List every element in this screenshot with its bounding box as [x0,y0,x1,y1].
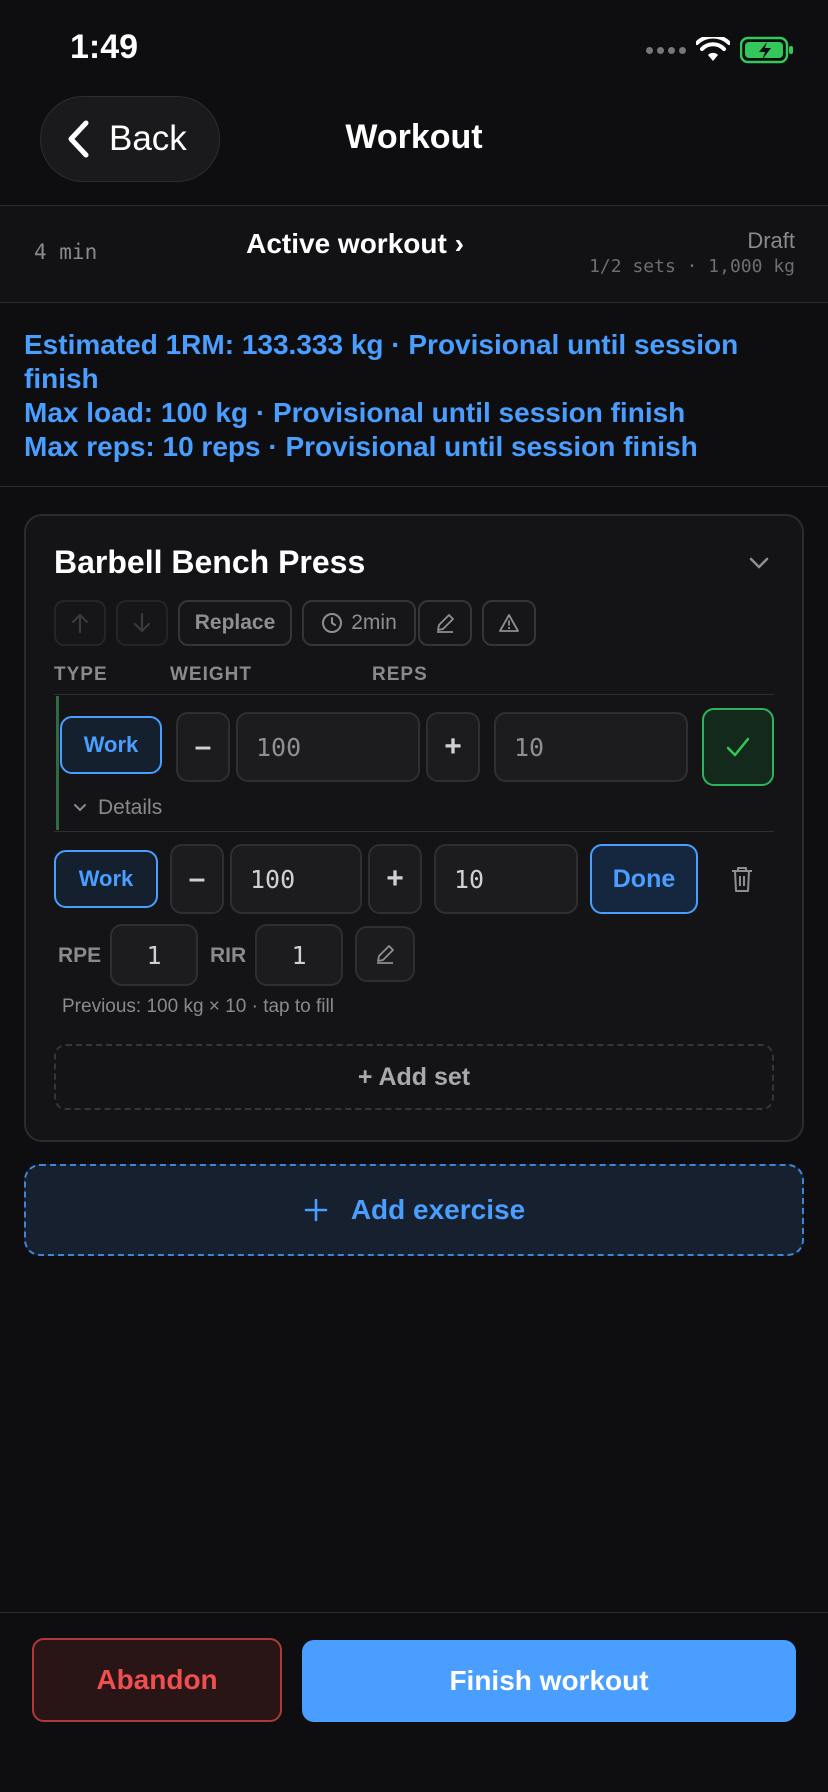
weight-input[interactable]: 100 [236,712,420,782]
set-details-toggle[interactable]: Details [72,796,162,820]
pr-note-1rm: Estimated 1RM: 133.333 kg · Provisional … [24,329,739,394]
abandon-button[interactable]: Abandon [32,1638,282,1722]
move-up-button[interactable] [54,600,106,646]
completed-set-indicator [56,696,59,830]
sets-volume-summary: 1/2 sets · 1,000 kg [589,256,795,277]
set-type-button[interactable]: Work [54,850,158,908]
add-set-button[interactable]: + Add set [54,1044,774,1110]
checkmark-icon [726,737,750,757]
rir-input[interactable]: 1 [255,924,343,986]
arrow-down-icon [133,612,151,633]
clock-icon [322,613,343,633]
add-exercise-button[interactable]: Add exercise [24,1164,804,1256]
rest-timer-button[interactable]: 2min [302,600,416,646]
done-button[interactable]: Done [590,844,698,914]
rpe-input[interactable]: 1 [110,924,198,986]
cellular-signal-icon [646,46,686,54]
add-exercise-label: Add exercise [350,1194,526,1225]
chevron-down-icon [74,804,86,812]
edit-note-button[interactable] [418,600,472,646]
pr-notes: Estimated 1RM: 133.333 kg · Provisional … [24,328,804,464]
details-label: Details [98,796,163,819]
set-type-button[interactable]: Work [60,716,162,774]
battery-charging-icon [740,36,793,64]
pr-note-max-load: Max load: 100 kg · Provisional until ses… [24,397,686,428]
divider [0,486,828,487]
plus-icon [304,1198,328,1222]
divider [54,831,774,832]
weight-decrement-button[interactable]: – [176,712,230,782]
pencil-icon [437,614,454,633]
weight-input[interactable]: 100 [230,844,362,914]
arrow-up-icon [71,613,89,634]
rpe-label: RPE [58,944,102,967]
status-time: 1:49 [70,28,139,66]
column-header-reps: REPS [372,664,428,685]
page-title: Workout [345,118,483,156]
workout-state-badge: Draft [747,228,795,253]
rest-timer-label: 2min [351,611,397,634]
weight-decrement-button[interactable]: – [170,844,224,914]
replace-label: Replace [194,611,276,634]
move-down-button[interactable] [116,600,168,646]
status-icons [646,36,794,64]
previous-set-hint[interactable]: Previous: 100 kg × 10 · tap to fill [62,996,334,1018]
divider [54,694,774,695]
reps-input[interactable]: 10 [434,844,578,914]
divider [0,302,828,303]
column-header-type: TYPE [54,664,108,685]
set-note-button[interactable] [355,926,415,982]
weight-increment-button[interactable]: + [426,712,480,782]
exercise-title[interactable]: Barbell Bench Press [54,544,365,581]
report-issue-button[interactable] [482,600,536,646]
wifi-icon [696,37,730,61]
column-header-weight: WEIGHT [170,664,252,685]
pr-note-max-reps: Max reps: 10 reps · Provisional until se… [24,431,698,462]
pencil-icon [377,945,394,964]
finish-workout-button[interactable]: Finish workout [302,1640,796,1722]
rir-label: RIR [210,944,247,967]
weight-increment-button[interactable]: + [368,844,422,914]
reps-input[interactable]: 10 [494,712,688,782]
warning-icon [499,614,519,632]
complete-set-button[interactable] [702,708,774,786]
trash-icon[interactable] [728,864,756,894]
replace-button[interactable]: Replace [178,600,292,646]
chevron-down-icon[interactable] [746,550,772,576]
